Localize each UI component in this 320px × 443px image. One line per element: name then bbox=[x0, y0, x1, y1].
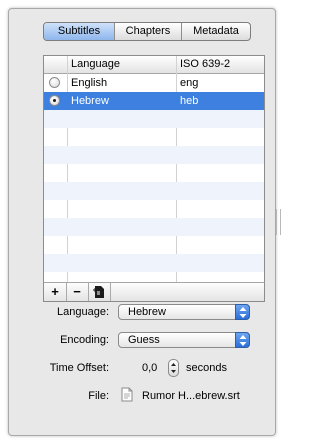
popup-arrows-icon bbox=[235, 304, 250, 320]
add-icon: + bbox=[51, 284, 59, 299]
time-offset-value[interactable]: 0,0 bbox=[142, 362, 157, 374]
tab-chapters[interactable]: Chapters bbox=[115, 23, 182, 40]
document-icon bbox=[121, 387, 133, 402]
segmented-tabs: Subtitles Chapters Metadata bbox=[43, 22, 251, 41]
stepper-arrows-icon bbox=[171, 363, 176, 373]
tab-metadata[interactable]: Metadata bbox=[182, 23, 250, 40]
row-radio-button[interactable] bbox=[49, 77, 60, 88]
remove-button[interactable]: − bbox=[66, 283, 89, 301]
row-iso-code: eng bbox=[180, 77, 199, 89]
table-row-selected[interactable]: Hebrew heb bbox=[44, 92, 264, 110]
row-radio-button[interactable] bbox=[49, 95, 60, 106]
language-popup-value: Hebrew bbox=[128, 306, 166, 318]
encoding-label: Encoding: bbox=[60, 334, 109, 346]
file-name: Rumor H...ebrew.srt bbox=[142, 390, 240, 402]
import-button[interactable] bbox=[88, 283, 111, 301]
empty-row bbox=[44, 218, 264, 236]
column-header-iso[interactable]: ISO 639-2 bbox=[180, 56, 230, 73]
tab-subtitles[interactable]: Subtitles bbox=[44, 23, 115, 40]
language-label: Language: bbox=[57, 306, 109, 318]
remove-icon: − bbox=[73, 284, 81, 299]
time-offset-stepper[interactable] bbox=[168, 359, 179, 377]
row-iso-code: heb bbox=[180, 95, 199, 107]
empty-row bbox=[44, 254, 264, 272]
popup-arrows-icon bbox=[235, 332, 250, 348]
row-language: English bbox=[71, 77, 108, 89]
add-button[interactable]: + bbox=[44, 283, 67, 301]
inspector-panel: Subtitles Chapters Metadata Language ISO… bbox=[8, 8, 281, 436]
time-offset-label: Time Offset: bbox=[49, 362, 109, 374]
language-popup[interactable]: Hebrew bbox=[118, 304, 250, 320]
encoding-popup-value: Guess bbox=[128, 334, 160, 346]
empty-row bbox=[44, 182, 264, 200]
column-header-language[interactable]: Language bbox=[71, 56, 120, 73]
table-row[interactable]: English eng bbox=[44, 74, 264, 92]
subtitle-tracks-table: Language ISO 639-2 English eng Hebrew he… bbox=[43, 55, 265, 285]
encoding-popup[interactable]: Guess bbox=[118, 332, 250, 348]
time-offset-unit: seconds bbox=[186, 362, 227, 374]
file-label: File: bbox=[88, 390, 109, 402]
document-import-icon bbox=[93, 286, 104, 298]
empty-row bbox=[44, 146, 264, 164]
resize-grip[interactable] bbox=[276, 209, 281, 235]
table-footer-toolbar: + − bbox=[43, 282, 265, 302]
table-header: Language ISO 639-2 bbox=[44, 56, 264, 74]
row-language: Hebrew bbox=[71, 95, 109, 107]
empty-row bbox=[44, 110, 264, 128]
